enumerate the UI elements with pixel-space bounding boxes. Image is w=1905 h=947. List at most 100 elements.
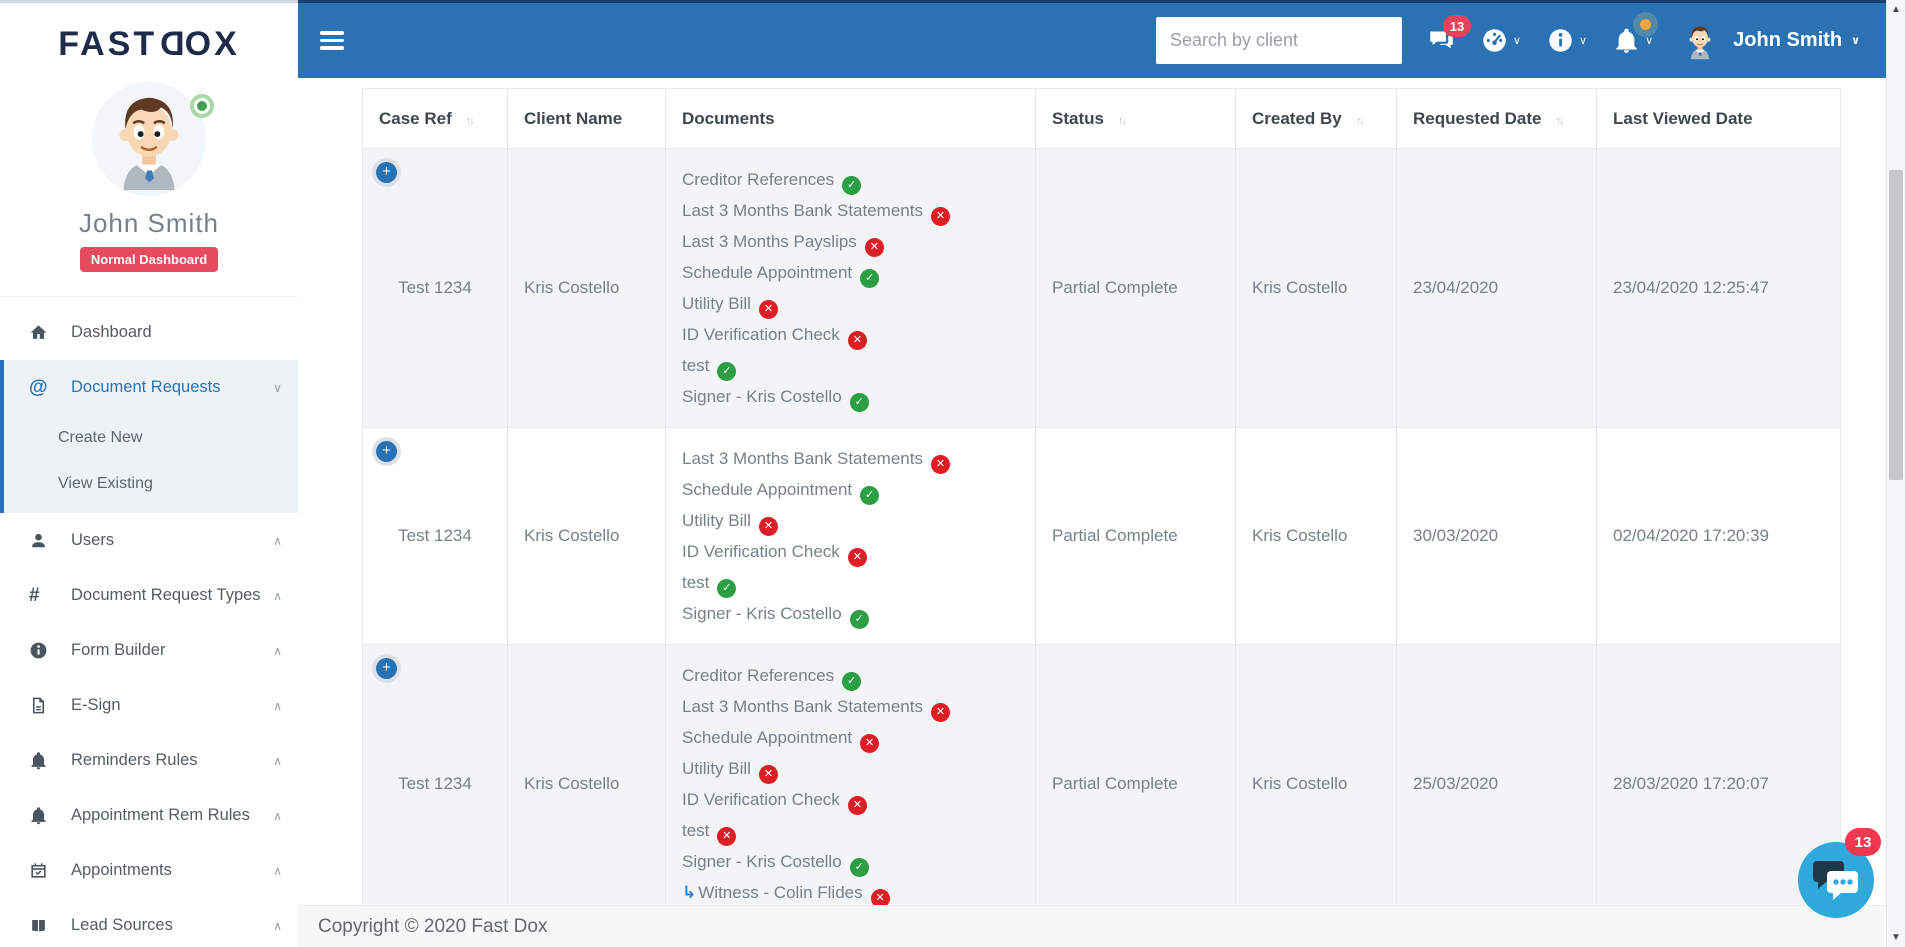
sidebar-item-appointment-rem-rules[interactable]: Appointment Rem Rules∧ <box>0 788 298 843</box>
document-item: Utility Bill✕ <box>682 753 1019 784</box>
column-header-last-viewed-date: Last Viewed Date <box>1597 89 1841 149</box>
info-menu-button[interactable]: ∨ <box>1547 27 1587 54</box>
chevron-down-icon: ∨ <box>1579 34 1587 47</box>
chevron-up-icon: ∧ <box>273 919 282 933</box>
messages-count-badge: 13 <box>1443 15 1471 37</box>
missing-x-icon: ✕ <box>848 331 867 350</box>
main-content: Case Ref↑↓ Client Name Documents Status↑… <box>298 78 1886 947</box>
status-cell: Partial Complete <box>1036 149 1236 428</box>
case-ref-cell: + Test 1234 <box>363 149 508 428</box>
client-name-cell: Kris Costello <box>508 645 666 924</box>
column-header-created-by[interactable]: Created By↑↓ <box>1236 89 1397 149</box>
document-item: Schedule Appointment✓ <box>682 257 1019 288</box>
document-item: Last 3 Months Bank Statements✕ <box>682 443 1019 474</box>
scroll-down-arrow[interactable]: ▼ <box>1887 932 1905 943</box>
documents-cell: Creditor References✓Last 3 Months Bank S… <box>666 149 1036 428</box>
missing-x-icon: ✕ <box>759 517 778 536</box>
missing-x-icon: ✕ <box>931 703 950 722</box>
document-item: Utility Bill ✕ <box>682 505 1019 536</box>
sidebar-item-dashboard[interactable]: Dashboard <box>0 305 298 360</box>
document-label: Utility Bill <box>682 511 751 530</box>
sidebar-item-label: Appointments <box>71 861 267 880</box>
documents-cell: Creditor References✓Last 3 Months Bank S… <box>666 645 1036 924</box>
document-label: ID Verification Check <box>682 325 840 344</box>
chevron-down-icon: ∨ <box>1645 34 1653 47</box>
document-item: ID Verification Check ✕ <box>682 319 1019 350</box>
scrollbar-thumb[interactable] <box>1889 170 1903 480</box>
sidebar-user-name: John Smith <box>0 208 298 239</box>
book-icon <box>29 916 59 935</box>
complete-check-icon: ✓ <box>860 269 879 288</box>
chevron-up-icon: ∧ <box>273 809 282 823</box>
sort-icon: ↑↓ <box>1555 115 1562 127</box>
column-header-requested-date[interactable]: Requested Date↑↓ <box>1397 89 1597 149</box>
fastdox-logo[interactable]: FASTDOX <box>0 25 298 64</box>
user-icon <box>29 531 59 550</box>
missing-x-icon: ✕ <box>865 238 884 257</box>
chevron-up-icon: ∧ <box>273 699 282 713</box>
client-name-cell: Kris Costello <box>508 428 666 645</box>
sidebar-item-label: Document Request Types <box>71 586 267 605</box>
user-menu-button[interactable]: John Smith ∨ <box>1733 29 1860 52</box>
chevron-up-icon: ∧ <box>273 864 282 878</box>
sidebar-item-document-request-types[interactable]: #Document Request Types∧ <box>0 568 298 623</box>
missing-x-icon: ✕ <box>860 734 879 753</box>
status-cell: Partial Complete <box>1036 428 1236 645</box>
sidebar-item-e-sign[interactable]: E-Sign∧ <box>0 678 298 733</box>
online-status-icon <box>190 94 214 118</box>
document-item: ↳Witness - Colin Flides✕ <box>682 877 1019 908</box>
sort-icon: ↑↓ <box>466 115 473 127</box>
sidebar-subitem-view-existing[interactable]: View Existing <box>4 461 298 507</box>
document-item: test✓ <box>682 350 1019 381</box>
sidebar-item-document-requests[interactable]: @Document Requests∨ <box>4 360 298 415</box>
table-row: + Test 1234 Kris CostelloCreditor Referenc… <box>363 149 1841 428</box>
scroll-up-arrow[interactable]: ▲ <box>1887 4 1905 15</box>
top-navbar: 13 ∨ ∨ ∨ <box>298 0 1886 78</box>
document-item: Signer - Kris Costello✓ <box>682 846 1019 877</box>
menu-toggle-icon[interactable] <box>320 27 344 54</box>
sidebar-item-users[interactable]: Users∧ <box>0 513 298 568</box>
document-label: Creditor References <box>682 666 834 685</box>
document-item: ID Verification Check✕ <box>682 784 1019 815</box>
hash-icon: # <box>29 585 59 607</box>
navbar-avatar[interactable] <box>1679 20 1721 62</box>
document-item: Last 3 Months Payslips✕ <box>682 226 1019 257</box>
document-label: Schedule Appointment <box>682 480 852 499</box>
document-label: Witness - Colin Flides <box>698 883 862 902</box>
expand-row-button[interactable]: + <box>376 658 397 679</box>
messages-button[interactable]: 13 <box>1428 27 1455 54</box>
missing-x-icon: ✕ <box>759 765 778 784</box>
table-header-row: Case Ref↑↓ Client Name Documents Status↑… <box>363 89 1841 149</box>
column-header-case-ref[interactable]: Case Ref↑↓ <box>363 89 508 149</box>
search-input[interactable] <box>1156 17 1402 64</box>
expand-row-button[interactable]: + <box>376 441 397 462</box>
missing-x-icon: ✕ <box>717 827 736 846</box>
document-label: Last 3 Months Bank Statements <box>682 449 923 468</box>
last-viewed-date-cell: 02/04/2020 17:20:39 <box>1597 428 1841 645</box>
table-row: +Test 1234Kris CostelloLast 3 Months Ban… <box>363 428 1841 645</box>
dashboard-menu-button[interactable]: ∨ <box>1481 27 1521 54</box>
document-item: Signer - Kris Costello✓ <box>682 381 1019 412</box>
chevron-up-icon: ∧ <box>273 644 282 658</box>
sidebar-item-appointments[interactable]: Appointments ∧ <box>0 843 298 898</box>
document-item: Signer - Kris Costello✓ <box>682 598 1019 629</box>
table-body: +Test 1234Kris CostelloCreditor Referenc… <box>363 149 1841 924</box>
sidebar-item-form-builder[interactable]: Form Builder∧ <box>0 623 298 678</box>
sidebar-item-reminders-rules[interactable]: Reminders Rules∧ <box>0 733 298 788</box>
expand-row-button[interactable]: + <box>376 162 397 183</box>
sidebar-item-lead-sources[interactable]: Lead Sources ∧ <box>0 898 298 947</box>
sidebar-item-label: Lead Sources <box>71 916 267 935</box>
document-item: Utility Bill✕ <box>682 288 1019 319</box>
column-header-status[interactable]: Status↑↓ <box>1036 89 1236 149</box>
requested-date-cell: 23/04/2020 <box>1397 149 1597 428</box>
notifications-button[interactable]: ∨ <box>1613 27 1653 54</box>
page-scrollbar[interactable]: ▲ ▼ <box>1886 0 1905 947</box>
chevron-up-icon: ∧ <box>273 534 282 548</box>
case-ref-value: Test 1234 <box>398 278 472 297</box>
chevron-down-icon: ∨ <box>1851 34 1860 47</box>
missing-x-icon: ✕ <box>848 796 867 815</box>
client-name-cell: Kris Costello <box>508 149 666 428</box>
document-label: Signer - Kris Costello <box>682 852 842 871</box>
notification-alert-dot <box>1640 19 1651 30</box>
sidebar-subitem-create-new[interactable]: Create New <box>4 415 298 461</box>
